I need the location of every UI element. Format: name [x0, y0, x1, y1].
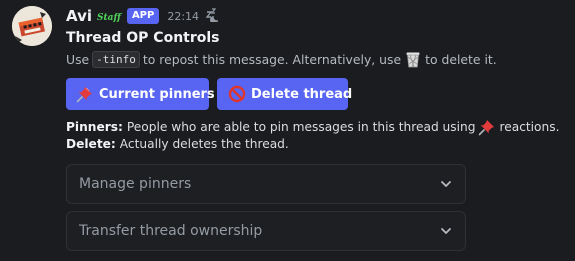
current-pinners-label: Current pinners	[99, 86, 215, 102]
current-pinners-button[interactable]: Current pinners	[66, 78, 215, 110]
manage-pinners-placeholder: Manage pinners	[79, 176, 192, 192]
pinners-text: People who are able to pin messages in t…	[126, 120, 476, 134]
avatar[interactable]	[12, 6, 52, 46]
embed-title: Thread OP Controls	[66, 30, 220, 46]
manage-pinners-select[interactable]: Manage pinners	[66, 164, 466, 204]
pushpin-icon	[76, 85, 94, 103]
staff-tag: Staff	[97, 13, 121, 23]
command-code: -tinfo	[92, 51, 140, 68]
transfer-ownership-placeholder: Transfer thread ownership	[79, 223, 263, 239]
pinners-info: Pinners: People who are able to pin mess…	[66, 118, 559, 136]
transfer-ownership-select[interactable]: Transfer thread ownership	[66, 211, 466, 251]
author-name[interactable]: Avi	[66, 7, 92, 25]
avatar-image	[12, 6, 52, 46]
delete-thread-label: Delete thread	[251, 86, 353, 102]
chevron-down-icon	[439, 224, 453, 238]
desc-suffix: to delete it.	[425, 52, 497, 67]
delete-label: Delete:	[66, 137, 116, 151]
chevron-down-icon	[439, 177, 453, 191]
timestamp[interactable]: 22:14	[167, 10, 199, 23]
delete-info: Delete: Actually deletes the thread.	[66, 137, 289, 151]
desc-prefix: Use	[66, 52, 90, 67]
embed-description: Use -tinfo to repost this message. Alter…	[66, 51, 497, 68]
pinners-suffix: reactions.	[499, 120, 560, 134]
pushpin-icon	[478, 118, 496, 136]
desc-middle: to repost this message. Alternatively, u…	[142, 52, 402, 67]
delete-thread-button[interactable]: Delete thread	[217, 78, 352, 110]
action-buttons: Current pinners Delete thread	[66, 78, 356, 110]
wastebasket-icon	[405, 51, 421, 68]
app-badge: APP	[126, 8, 160, 24]
prohibited-icon	[228, 85, 246, 103]
zzz-icon	[205, 7, 219, 25]
delete-text: Actually deletes the thread.	[119, 137, 289, 151]
pinners-label: Pinners:	[66, 120, 123, 134]
message-header: Avi Staff APP 22:14	[66, 6, 219, 26]
